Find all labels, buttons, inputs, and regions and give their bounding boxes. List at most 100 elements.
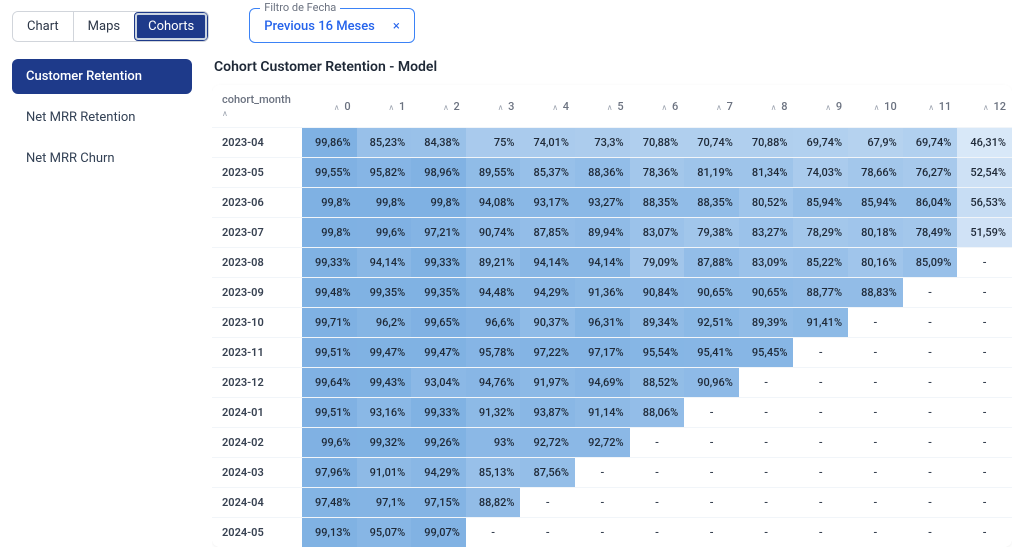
retention-cell: 73,3% — [575, 128, 630, 158]
retention-cell: 85,94% — [848, 188, 903, 218]
table-row: 2024-0299,6%99,32%99,26%93%92,72%92,72%-… — [212, 428, 1012, 458]
retention-cell: 95,07% — [357, 518, 412, 548]
retention-cell: 97,96% — [302, 458, 357, 488]
retention-cell: - — [630, 488, 685, 518]
sort-icon: ∧ — [334, 103, 340, 112]
column-header-4[interactable]: ∧ 4 — [520, 85, 575, 128]
tab-chart[interactable]: Chart — [13, 12, 73, 41]
retention-cell: 87,88% — [684, 248, 739, 278]
retention-cell: 67,9% — [848, 128, 903, 158]
retention-cell: 56,53% — [957, 188, 1012, 218]
table-row: 2023-0599,55%95,82%98,96%89,55%85,37%88,… — [212, 158, 1012, 188]
retention-cell: 95,82% — [357, 158, 412, 188]
retention-cell: 92,51% — [684, 308, 739, 338]
table-row: 2023-1199,51%99,47%99,47%95,78%97,22%97,… — [212, 338, 1012, 368]
sort-icon: ∧ — [552, 103, 558, 112]
retention-cell: 90,84% — [630, 278, 685, 308]
date-filter-chip[interactable]: Filtro de Fecha Previous 16 Meses × — [249, 8, 415, 43]
retention-cell: 70,88% — [630, 128, 685, 158]
tab-maps[interactable]: Maps — [73, 12, 134, 41]
retention-cell: 99,32% — [357, 428, 412, 458]
retention-cell: - — [793, 338, 848, 368]
sidebar-item-net-mrr-churn[interactable]: Net MRR Churn — [12, 141, 192, 176]
retention-cell: 96,2% — [357, 308, 412, 338]
column-header-cohort-month[interactable]: cohort_month ∧ — [212, 85, 302, 128]
retention-cell: 70,74% — [684, 128, 739, 158]
cohort-table: cohort_month ∧∧ 0∧ 1∧ 2∧ 3∧ 4∧ 5∧ 6∧ 7∧ … — [212, 85, 1012, 547]
retention-cell: 99,51% — [302, 398, 357, 428]
tab-cohorts[interactable]: Cohorts — [134, 12, 208, 41]
sidebar-item-net-mrr-retention[interactable]: Net MRR Retention — [12, 100, 192, 135]
retention-cell: 83,27% — [739, 218, 794, 248]
sidebar-item-customer-retention[interactable]: Customer Retention — [12, 59, 192, 94]
retention-cell: - — [848, 488, 903, 518]
retention-cell: 94,08% — [466, 188, 521, 218]
column-header-9[interactable]: ∧ 9 — [793, 85, 848, 128]
table-row: 2023-0999,48%99,35%99,35%94,48%94,29%91,… — [212, 278, 1012, 308]
metric-sidebar: Customer Retention Net MRR Retention Net… — [12, 59, 192, 547]
retention-cell: - — [848, 518, 903, 548]
retention-cell: 94,48% — [466, 278, 521, 308]
retention-cell: 99,71% — [302, 308, 357, 338]
table-row: 2023-1099,71%96,2%99,65%96,6%90,37%96,31… — [212, 308, 1012, 338]
retention-cell: 91,36% — [575, 278, 630, 308]
retention-cell: - — [575, 458, 630, 488]
sort-icon: ∧ — [874, 103, 880, 112]
retention-cell: 91,97% — [520, 368, 575, 398]
retention-cell: 86,04% — [903, 188, 958, 218]
retention-cell: 94,29% — [520, 278, 575, 308]
column-header-7[interactable]: ∧ 7 — [684, 85, 739, 128]
retention-cell: 80,18% — [848, 218, 903, 248]
cohort-month-cell: 2024-02 — [212, 428, 302, 458]
retention-cell: 90,96% — [684, 368, 739, 398]
sort-icon: ∧ — [498, 103, 504, 112]
close-icon[interactable]: × — [393, 19, 400, 34]
retention-cell: 89,39% — [739, 308, 794, 338]
retention-cell: 99,35% — [411, 278, 466, 308]
retention-cell: 87,85% — [520, 218, 575, 248]
column-header-8[interactable]: ∧ 8 — [739, 85, 794, 128]
column-header-12[interactable]: ∧ 12 — [957, 85, 1012, 128]
column-header-11[interactable]: ∧ 11 — [903, 85, 958, 128]
retention-cell: 78,49% — [903, 218, 958, 248]
cohort-month-cell: 2023-12 — [212, 368, 302, 398]
retention-cell: 91,41% — [793, 308, 848, 338]
retention-cell: 93,17% — [520, 188, 575, 218]
retention-cell: - — [739, 398, 794, 428]
retention-cell: - — [957, 428, 1012, 458]
retention-cell: 88,52% — [630, 368, 685, 398]
retention-cell: 99,47% — [357, 338, 412, 368]
retention-cell: 94,29% — [411, 458, 466, 488]
retention-cell: - — [903, 488, 958, 518]
retention-cell: - — [957, 308, 1012, 338]
retention-cell: 96,31% — [575, 308, 630, 338]
retention-cell: 88,77% — [793, 278, 848, 308]
table-row: 2023-0499,86%85,23%84,38%75%74,01%73,3%7… — [212, 128, 1012, 158]
column-header-0[interactable]: ∧ 0 — [302, 85, 357, 128]
cohort-month-cell: 2024-03 — [212, 458, 302, 488]
retention-cell: 69,74% — [793, 128, 848, 158]
cohort-month-cell: 2023-09 — [212, 278, 302, 308]
column-header-2[interactable]: ∧ 2 — [411, 85, 466, 128]
column-header-3[interactable]: ∧ 3 — [466, 85, 521, 128]
retention-cell: - — [520, 488, 575, 518]
table-row: 2023-0699,8%99,8%99,8%94,08%93,17%93,27%… — [212, 188, 1012, 218]
retention-cell: 46,31% — [957, 128, 1012, 158]
retention-cell: 99,07% — [411, 518, 466, 548]
column-header-5[interactable]: ∧ 5 — [575, 85, 630, 128]
retention-cell: 94,76% — [466, 368, 521, 398]
column-header-6[interactable]: ∧ 6 — [630, 85, 685, 128]
retention-cell: 51,59% — [957, 218, 1012, 248]
cohort-month-cell: 2023-05 — [212, 158, 302, 188]
cohort-month-cell: 2024-05 — [212, 518, 302, 548]
column-header-10[interactable]: ∧ 10 — [848, 85, 903, 128]
retention-cell: 92,72% — [520, 428, 575, 458]
retention-cell: 88,83% — [848, 278, 903, 308]
sort-icon: ∧ — [716, 103, 722, 112]
sort-icon: ∧ — [222, 109, 228, 118]
column-header-1[interactable]: ∧ 1 — [357, 85, 412, 128]
retention-cell: - — [957, 398, 1012, 428]
retention-cell: - — [903, 428, 958, 458]
table-row: 2024-0397,96%91,01%94,29%85,13%87,56%---… — [212, 458, 1012, 488]
retention-cell: 99,6% — [302, 428, 357, 458]
